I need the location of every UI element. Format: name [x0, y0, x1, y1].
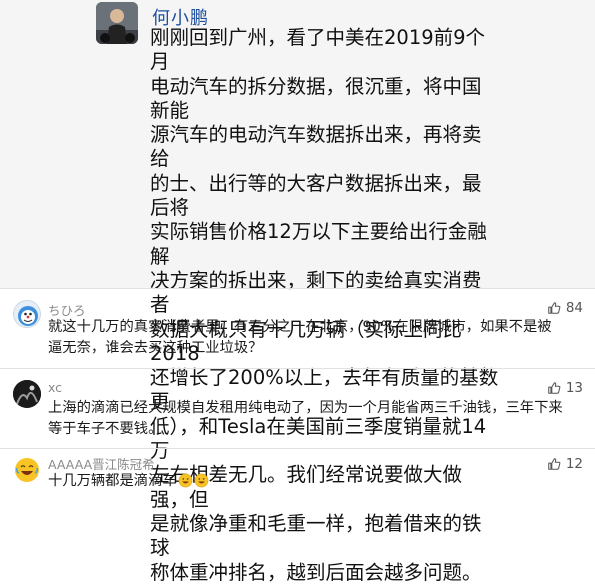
like-button[interactable]: 84: [547, 300, 583, 316]
like-count: 12: [565, 456, 583, 472]
grinning-face-emoji-icon: [178, 473, 193, 488]
grinning-face-emoji-icon: [194, 473, 209, 488]
commenter-name[interactable]: xc: [48, 380, 62, 395]
comment-text: 十几万辆都是滴滴车: [48, 471, 563, 492]
dark-photo-avatar-icon[interactable]: [13, 380, 41, 408]
author-avatar[interactable]: [96, 2, 138, 44]
comment-divider: [0, 448, 595, 449]
like-count: 13: [565, 380, 583, 396]
post-body-text: 刚刚回到广州，看了中美在2019前9个月 电动汽车的拆分数据，很沉重，将中国新能…: [150, 26, 499, 584]
author-photo-icon: [96, 2, 138, 44]
thumbs-up-icon: [548, 382, 561, 394]
comment-text-content: 十几万辆都是滴滴车: [48, 473, 177, 489]
comment-text: 上海的滴滴已经大规模自发租用纯电动了，因为一个月能省两三千油钱，三年下来等于车子…: [48, 400, 563, 437]
comment-text: 就这十几万的真实消费者里，有三分之一在北京，90%在限牌城市，如果不是被逼无奈，…: [48, 319, 552, 356]
like-count: 84: [565, 300, 583, 316]
thumbs-up-icon: [548, 302, 561, 314]
like-button[interactable]: 12: [547, 456, 583, 472]
original-post: 何小鹏 刚刚回到广州，看了中美在2019前9个月 电动汽车的拆分数据，很沉重，将…: [0, 0, 595, 584]
comment-divider: [0, 368, 595, 369]
robot-avatar-icon[interactable]: [13, 300, 41, 328]
like-button[interactable]: 13: [547, 380, 583, 396]
thumbs-up-icon: [548, 458, 561, 470]
post-divider: [0, 288, 595, 289]
laughing-face-avatar-icon[interactable]: [13, 456, 41, 484]
